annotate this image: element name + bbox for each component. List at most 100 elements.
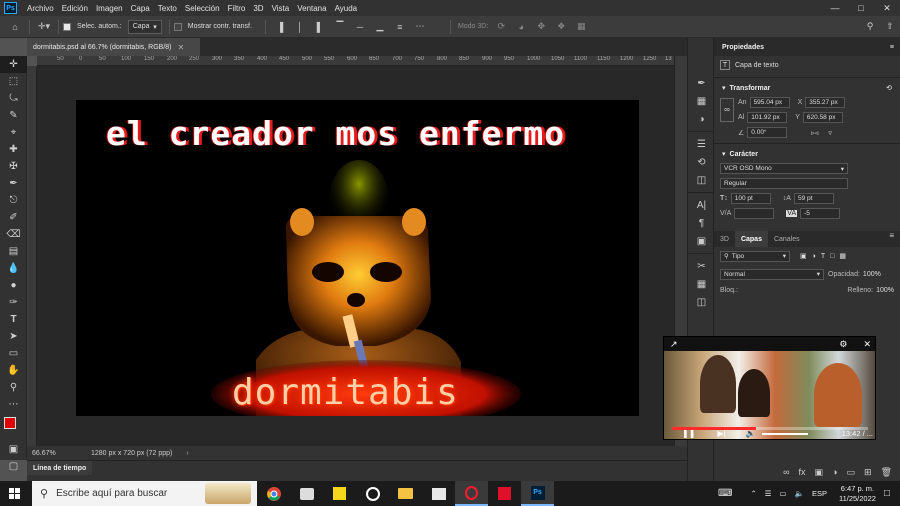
align-bottom-icon[interactable]: ▁ — [373, 19, 387, 35]
distribute-icon[interactable]: ≡ — [393, 19, 407, 35]
taskbar-clock[interactable]: 6:47 p. m. 11/25/2022 — [839, 484, 876, 504]
align-left-icon[interactable]: ▐ — [273, 19, 287, 35]
expand-icon[interactable]: ↗ — [670, 339, 678, 350]
properties-icon[interactable]: ☰ — [688, 135, 715, 153]
gradient-tool-icon[interactable]: ▤ — [0, 243, 27, 260]
fill-value[interactable]: 100% — [876, 287, 894, 294]
share-icon[interactable]: ⇧ — [883, 19, 897, 35]
document-canvas[interactable]: el creador mos enfermo dormitabis — [76, 100, 639, 416]
more-options-icon[interactable]: ⋯ — [413, 19, 427, 35]
close-icon[interactable]: ✕ — [178, 43, 185, 52]
clone-stamp-tool-icon[interactable]: ⎋ — [0, 192, 27, 209]
blur-tool-icon[interactable]: 💧 — [0, 260, 27, 277]
crop-tool-icon[interactable]: ⌖ — [0, 124, 27, 141]
align-center-h-icon[interactable]: │ — [293, 19, 307, 35]
document-tab[interactable]: dormitabis.psd al 66.7% (dormitabis, RGB… — [27, 38, 200, 56]
flip-horizontal-icon[interactable]: ▹◃ — [811, 129, 818, 137]
libraries-icon[interactable]: ▦ — [688, 275, 715, 293]
more-tools-icon[interactable]: ⋯ — [0, 396, 27, 413]
blend-mode-dropdown[interactable]: Normal ▾ — [720, 268, 824, 280]
reset-icon[interactable]: ⟲ — [886, 84, 892, 92]
filter-smart-object-icon[interactable]: ▦ — [839, 252, 846, 260]
photoshop-taskbar-icon[interactable]: Ps — [521, 481, 554, 506]
glyphs-icon[interactable]: ▣ — [688, 232, 715, 250]
menu-ventana[interactable]: Ventana — [293, 4, 330, 13]
language-indicator[interactable]: ESP — [812, 489, 827, 498]
menu-archivo[interactable]: Archivo — [23, 4, 58, 13]
tab-layers[interactable]: Capas — [734, 231, 768, 247]
pen-tool-icon[interactable]: ✑ — [0, 294, 27, 311]
taskbar-search-box[interactable]: ⚲ Escribe aquí para buscar — [32, 481, 257, 506]
layer-filter-dropdown[interactable]: ⚲ Tipo ▾ — [720, 250, 790, 262]
menu-seleccion[interactable]: Selección — [181, 4, 224, 13]
next-icon[interactable]: ▶| — [717, 429, 725, 438]
tool-presets-icon[interactable]: ✂ — [688, 257, 715, 275]
menu-capa[interactable]: Capa — [127, 4, 154, 13]
notifications-icon[interactable]: □ — [884, 488, 890, 499]
add-mask-icon[interactable]: ▣ — [815, 467, 824, 478]
x-field[interactable]: 355.27 px — [805, 97, 846, 108]
healing-brush-tool-icon[interactable]: ✠ — [0, 158, 27, 175]
roll-3d-icon[interactable]: ◕ — [514, 19, 528, 35]
eyedropper-tool-icon[interactable]: ✚ — [0, 141, 27, 158]
scale-3d-icon[interactable]: ▦ — [574, 19, 588, 35]
menu-imagen[interactable]: Imagen — [92, 4, 127, 13]
auto-select-dropdown[interactable]: Capa ▾ — [127, 19, 162, 34]
menu-vista[interactable]: Vista — [268, 4, 294, 13]
history-brush-tool-icon[interactable]: ✐ — [0, 209, 27, 226]
character-section-header[interactable]: ▾ Carácter — [714, 147, 900, 161]
network-icon[interactable]: ☰ — [765, 489, 772, 498]
transform-section-header[interactable]: ▾ Transformar ⟲ — [714, 81, 900, 95]
leading-field[interactable]: 59 pt — [793, 193, 834, 204]
new-layer-icon[interactable]: ⊞ — [864, 467, 872, 478]
chrome-icon[interactable] — [257, 481, 290, 506]
link-layers-icon[interactable]: ∞ — [783, 467, 789, 477]
menu-filtro[interactable]: Filtro — [224, 4, 250, 13]
file-explorer-icon[interactable] — [389, 481, 422, 506]
volume-icon[interactable]: 🔈 — [746, 429, 756, 438]
opera-icon[interactable] — [455, 481, 488, 506]
panel-menu-icon[interactable]: ≡ — [890, 44, 894, 51]
y-field[interactable]: 620.58 px — [802, 112, 843, 123]
menu-texto[interactable]: Texto — [154, 4, 181, 13]
filter-pixel-icon[interactable]: ▣ — [800, 252, 807, 260]
notes-icon[interactable]: ◫ — [688, 293, 715, 311]
marquee-tool-icon[interactable]: ⬚ — [0, 73, 27, 90]
paragraph-panel-icon[interactable]: ¶ — [688, 214, 715, 232]
swatches-icon[interactable]: ▦ — [688, 92, 715, 110]
fx-icon[interactable]: fx — [799, 467, 806, 477]
new-group-icon[interactable]: ▭ — [847, 467, 856, 478]
canvas-area[interactable]: el creador mos enfermo dormitabis — [37, 66, 674, 446]
align-top-icon[interactable]: ▔ — [333, 19, 347, 35]
sticky-notes-icon[interactable] — [323, 481, 356, 506]
filter-type-icon[interactable]: T — [821, 253, 825, 260]
tab-timeline[interactable]: Línea de tiempo — [27, 461, 93, 475]
path-selection-tool-icon[interactable]: ➤ — [0, 328, 27, 345]
gear-icon[interactable]: ⚙ — [839, 339, 847, 350]
height-field[interactable]: 101.92 px — [747, 112, 788, 123]
slide-3d-icon[interactable]: ❖ — [554, 19, 568, 35]
chevron-right-icon[interactable]: › — [186, 450, 188, 457]
zoom-level[interactable]: 66.67% — [32, 450, 77, 457]
maximize-icon[interactable]: □ — [848, 0, 874, 16]
font-family-dropdown[interactable]: VCR OSD Mono ▾ — [720, 163, 848, 174]
brush-tool-icon[interactable]: ✒ — [0, 175, 27, 192]
layer-comps-icon[interactable]: ◫ — [688, 171, 715, 189]
flip-vertical-icon[interactable]: ▿ — [828, 129, 832, 137]
delete-layer-icon[interactable]: 🗑 — [881, 467, 892, 478]
volume-icon[interactable]: 🔈 — [795, 489, 804, 498]
hand-tool-icon[interactable]: ✋ — [0, 362, 27, 379]
close-icon[interactable]: ✕ — [863, 339, 871, 350]
opacity-value[interactable]: 100% — [863, 271, 881, 278]
battery-icon[interactable]: ▭ — [780, 489, 787, 498]
type-tool-icon[interactable]: T — [0, 311, 27, 328]
move-tool-preset-icon[interactable]: ✛▾ — [37, 19, 51, 35]
eraser-tool-icon[interactable]: ⌫ — [0, 226, 27, 243]
show-transform-checkbox[interactable] — [173, 22, 182, 31]
pause-icon[interactable]: ❚❚ — [682, 429, 695, 438]
dodge-tool-icon[interactable]: ● — [0, 277, 27, 294]
angle-field[interactable]: 0.00° — [747, 127, 788, 138]
history-icon[interactable]: ⟲ — [688, 153, 715, 171]
close-icon[interactable]: ✕ — [874, 0, 900, 16]
app-icon[interactable] — [422, 481, 455, 506]
